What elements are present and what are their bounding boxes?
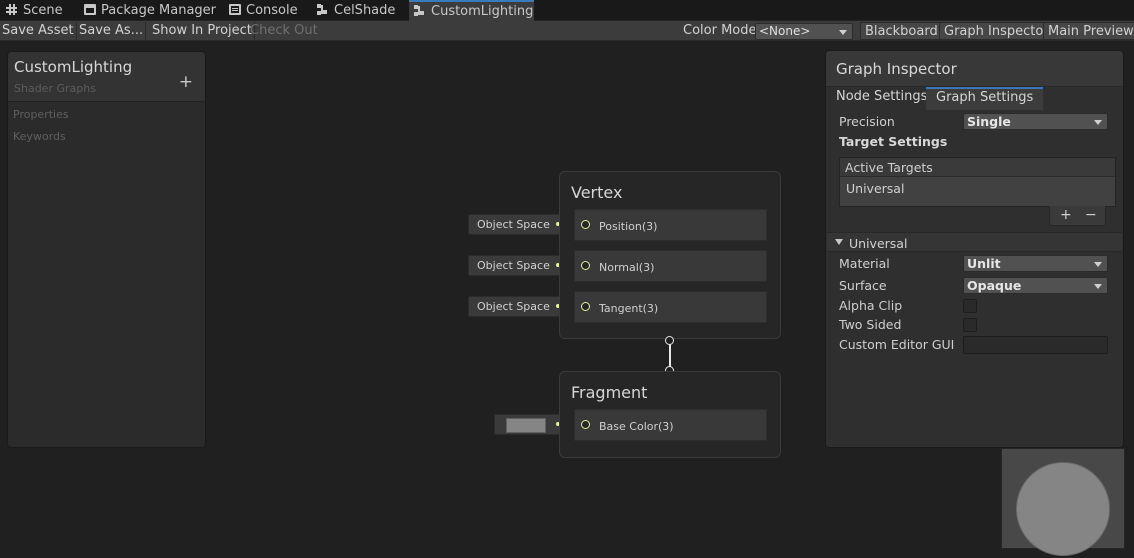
position-input-pill[interactable]: Object Space <box>468 214 568 235</box>
tab-console-label: Console <box>246 3 298 18</box>
universal-section-title: Universal <box>849 236 908 251</box>
color-mode-label: Color Mode <box>683 23 757 38</box>
tangent-space-label: Object Space <box>477 300 550 313</box>
two-sided-label: Two Sided <box>839 317 902 332</box>
tab-package-manager-label: Package Manager <box>101 3 217 18</box>
show-in-project-button[interactable]: Show In Project <box>150 22 255 40</box>
material-label: Material <box>839 256 890 271</box>
material-dropdown[interactable]: Unlit <box>963 255 1108 272</box>
precision-label: Precision <box>839 114 895 129</box>
custom-editor-gui-field[interactable] <box>963 336 1108 354</box>
port-circle-icon[interactable] <box>581 420 590 429</box>
fragment-node[interactable]: Fragment Base Color(3) <box>559 371 781 458</box>
port-circle-icon[interactable] <box>581 302 590 311</box>
position-port-label: Position(3) <box>599 220 658 233</box>
surface-label: Surface <box>839 278 887 293</box>
active-target-item[interactable]: Universal <box>840 177 1115 201</box>
active-targets-header: Active Targets <box>840 158 1115 177</box>
vertex-node[interactable]: Vertex Position(3) Normal(3) Tangent(3) <box>559 171 781 339</box>
vertex-node-title: Vertex <box>571 183 623 202</box>
color-swatch[interactable] <box>506 418 546 433</box>
window-tab-bar: Scene Package Manager Console CelShade C… <box>0 0 1134 21</box>
tab-graph-settings[interactable]: Graph Settings <box>926 87 1044 110</box>
surface-dropdown[interactable]: Opaque <box>963 277 1108 294</box>
position-port[interactable]: Position(3) <box>574 209 767 241</box>
surface-value: Opaque <box>967 278 1022 293</box>
base-color-port-label: Base Color(3) <box>599 420 674 433</box>
blackboard-toggle-button[interactable]: Blackboard <box>860 22 943 40</box>
main-preview-toggle-button[interactable]: Main Preview <box>1043 22 1134 40</box>
position-space-label: Object Space <box>477 218 550 231</box>
chevron-down-icon <box>1094 284 1102 289</box>
tab-node-settings[interactable]: Node Settings <box>826 87 937 110</box>
preview-sphere[interactable] <box>1016 462 1110 556</box>
universal-section-header[interactable]: Universal <box>827 232 1122 252</box>
normal-space-label: Object Space <box>477 259 550 272</box>
port-circle-icon[interactable] <box>581 220 590 229</box>
alpha-clip-label: Alpha Clip <box>839 298 903 313</box>
target-settings-heading: Target Settings <box>839 134 948 149</box>
tab-customlighting[interactable]: CustomLighting <box>409 0 534 21</box>
tangent-input-pill[interactable]: Object Space <box>468 296 568 317</box>
tab-scene-label: Scene <box>23 3 63 18</box>
remove-target-button[interactable]: − <box>1085 207 1097 223</box>
normal-port[interactable]: Normal(3) <box>574 250 767 282</box>
graph-inspector-title: Graph Inspector <box>836 60 957 78</box>
console-icon <box>229 4 241 15</box>
inspector-tabs: Node Settings Graph Settings <box>826 87 1123 110</box>
tab-package-manager[interactable]: Package Manager <box>84 0 216 21</box>
tangent-port-label: Tangent(3) <box>599 302 659 315</box>
connector-top-icon <box>665 336 674 345</box>
graph-toolbar: Save Asset Save As... Show In Project Ch… <box>0 21 1134 41</box>
save-as-button[interactable]: Save As... <box>77 22 147 40</box>
active-targets-list[interactable]: Active Targets Universal <box>839 157 1116 207</box>
blackboard-subtitle: Shader Graphs <box>14 82 96 95</box>
add-target-button[interactable]: + <box>1060 207 1072 223</box>
fragment-node-title: Fragment <box>571 383 648 402</box>
precision-dropdown[interactable]: Single <box>963 113 1108 130</box>
blackboard-panel[interactable]: CustomLighting Shader Graphs + Propertie… <box>7 51 206 448</box>
precision-value: Single <box>967 114 1011 129</box>
blackboard-header: CustomLighting Shader Graphs + <box>8 52 205 102</box>
graph-inspector-toggle-button[interactable]: Graph Inspector <box>939 22 1054 40</box>
main-preview-panel[interactable] <box>1001 448 1125 556</box>
tab-console[interactable]: Console <box>229 0 298 21</box>
keywords-section[interactable]: Keywords <box>13 130 66 143</box>
add-property-button[interactable]: + <box>179 74 193 91</box>
two-sided-checkbox[interactable] <box>963 318 977 332</box>
base-color-port[interactable]: Base Color(3) <box>574 409 767 441</box>
tab-customlighting-label: CustomLighting <box>431 4 534 19</box>
base-color-input-pill[interactable] <box>494 414 568 435</box>
shader-graph-icon <box>317 4 329 15</box>
color-mode-dropdown[interactable]: <None> <box>755 23 853 40</box>
color-mode-value: <None> <box>759 24 811 38</box>
shader-graph-icon <box>414 5 426 16</box>
alpha-clip-checkbox[interactable] <box>963 299 977 313</box>
scene-grid-icon <box>6 4 18 15</box>
graph-inspector-header: Graph Inspector <box>826 51 1123 87</box>
foldout-triangle-icon <box>835 239 843 245</box>
save-asset-button[interactable]: Save Asset <box>0 22 77 40</box>
tab-celshade-label: CelShade <box>334 3 396 18</box>
normal-input-pill[interactable]: Object Space <box>468 255 568 276</box>
package-icon <box>84 4 96 15</box>
check-out-button[interactable]: Check Out <box>248 22 320 40</box>
properties-section[interactable]: Properties <box>13 108 69 121</box>
material-value: Unlit <box>967 256 1001 271</box>
normal-port-label: Normal(3) <box>599 261 655 274</box>
tab-scene[interactable]: Scene <box>6 0 63 21</box>
chevron-down-icon <box>1094 120 1102 125</box>
chevron-down-icon <box>1094 262 1102 267</box>
tab-celshade[interactable]: CelShade <box>317 0 395 21</box>
custom-editor-gui-label: Custom Editor GUI <box>839 337 955 352</box>
active-targets-buttons: + − <box>1049 206 1106 226</box>
graph-inspector-panel[interactable]: Graph Inspector Node Settings Graph Sett… <box>825 50 1124 448</box>
chevron-down-icon <box>839 30 847 35</box>
blackboard-title: CustomLighting <box>14 58 133 76</box>
tangent-port[interactable]: Tangent(3) <box>574 291 767 323</box>
port-circle-icon[interactable] <box>581 261 590 270</box>
